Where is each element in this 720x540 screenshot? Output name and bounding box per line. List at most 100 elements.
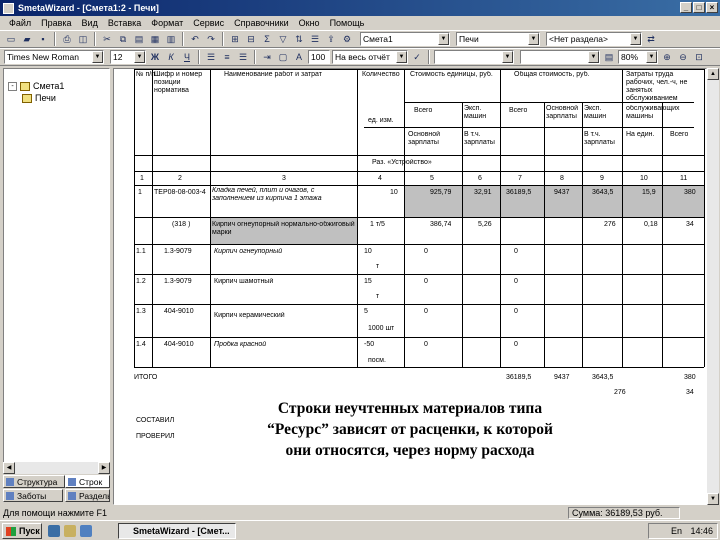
grid-icon[interactable]: ▥ (164, 32, 178, 46)
lang-indicator[interactable]: En (671, 526, 682, 536)
status-help: Для помощи нажмите F1 (3, 508, 107, 518)
empty-combo-2[interactable]: ▼ (520, 50, 600, 64)
zoom-out-icon[interactable]: ⊖ (676, 50, 690, 64)
border-icon[interactable]: ▢ (276, 50, 290, 64)
open-icon[interactable]: ▰ (20, 32, 34, 46)
minimize-button[interactable]: _ (680, 2, 692, 13)
align-center-icon[interactable]: ≡ (220, 50, 234, 64)
font-combo[interactable]: Times New Roman ▼ (4, 50, 104, 64)
clock: 14:46 (690, 526, 713, 536)
estimate-combo[interactable]: Смета1 ▼ (360, 32, 450, 46)
align-left-icon[interactable]: ☰ (204, 50, 218, 64)
task-smetawizard[interactable]: SmetaWizard - [Смет... (118, 523, 236, 539)
list-icon[interactable]: ☰ (308, 32, 322, 46)
header-incl-pay2: В т.ч. зарплаты (584, 131, 615, 146)
scroll-left-icon[interactable]: ◀ (3, 462, 15, 474)
desktop-icon[interactable] (64, 525, 76, 537)
tree-item-child[interactable]: Печи (22, 93, 56, 103)
new-icon[interactable]: ▭ (4, 32, 18, 46)
ie-icon[interactable] (48, 525, 60, 537)
table-icon[interactable]: ▦ (148, 32, 162, 46)
export-icon[interactable]: ⇪ (324, 32, 338, 46)
maximize-button[interactable]: □ (693, 2, 705, 13)
color-icon[interactable]: A (292, 50, 306, 64)
panel-tabs: Структура Строк Заботы Разделы (3, 475, 110, 505)
zoom-combo[interactable]: 80% ▼ (618, 50, 658, 64)
save-icon[interactable]: ▪ (36, 32, 50, 46)
delete-icon[interactable]: ⊟ (244, 32, 258, 46)
copy-icon[interactable]: ⧉ (116, 32, 130, 46)
menu-help[interactable]: Помощь (325, 18, 370, 28)
menu-file[interactable]: Файл (4, 18, 36, 28)
tree-horizontal-scrollbar[interactable]: ◀ ▶ (3, 462, 110, 474)
size-combo[interactable]: 12 ▼ (110, 50, 146, 64)
insert-icon[interactable]: ⊞ (228, 32, 242, 46)
header-per-unit: На един. (626, 131, 655, 138)
tab-rows[interactable]: Строк (65, 475, 110, 488)
menu-insert[interactable]: Вставка (103, 18, 146, 28)
header-basic: Основной зарплаты (546, 105, 579, 120)
header-qty: Количество (362, 71, 400, 78)
tree-item-root[interactable]: - Смета1 (8, 81, 64, 91)
print-icon[interactable]: ⎙ (60, 32, 74, 46)
section-title: Раз. «Устройство» (372, 159, 432, 166)
menu-edit[interactable]: Правка (36, 18, 76, 28)
header-total-cost: Общая стоимость, руб. (514, 71, 590, 78)
nav-icon[interactable]: ⇄ (644, 32, 658, 46)
menu-service[interactable]: Сервис (188, 18, 229, 28)
menu-view[interactable]: Вид (77, 18, 103, 28)
header-num: № п/п (136, 71, 155, 78)
scroll-up-icon[interactable]: ▲ (707, 68, 719, 80)
fit-icon[interactable]: ⊡ (692, 50, 706, 64)
empty-combo[interactable]: ▼ (434, 50, 514, 64)
menu-references[interactable]: Справочники (229, 18, 294, 28)
tab-sections[interactable]: Разделы (65, 489, 110, 502)
zoom-in-icon[interactable]: ⊕ (660, 50, 674, 64)
preview-icon[interactable]: ◫ (76, 32, 90, 46)
footer-composed: СОСТАВИЛ (136, 417, 175, 424)
indent-icon[interactable]: ⇥ (260, 50, 274, 64)
table-row: 1.3 (136, 308, 146, 315)
calc-icon[interactable]: Σ (260, 32, 274, 46)
subsection-combo[interactable]: <Нет раздела> ▼ (546, 32, 642, 46)
header-total: Всего (670, 131, 689, 138)
header-unit-cost: Стоимость единицы, руб. (410, 71, 493, 78)
scroll-right-icon[interactable]: ▶ (98, 462, 110, 474)
header-servicing: обслуживающих машины (626, 105, 680, 120)
filter-icon[interactable]: ▽ (276, 32, 290, 46)
align-right-icon[interactable]: ☰ (236, 50, 250, 64)
window-title: SmetaWizard - [Смета1:2 - Печи] (18, 3, 159, 13)
section-combo[interactable]: Печи ▼ (456, 32, 540, 46)
left-value-field[interactable]: 100 (308, 50, 330, 64)
collapse-icon[interactable]: - (8, 81, 17, 91)
menu-bar: Файл Правка Вид Вставка Формат Сервис Сп… (0, 16, 720, 30)
scroll-down-icon[interactable]: ▼ (707, 493, 719, 505)
scope-combo[interactable]: На весь отчёт ▼ (332, 50, 408, 64)
start-button[interactable]: Пуск (2, 523, 42, 539)
apply-icon[interactable]: ✓ (410, 50, 424, 64)
close-button[interactable]: × (706, 2, 718, 13)
header-name: Наименование работ и затрат (224, 71, 323, 78)
undo-icon[interactable]: ↶ (188, 32, 202, 46)
report-vertical-scrollbar[interactable]: ▲ ▼ (707, 68, 719, 505)
menu-format[interactable]: Формат (146, 18, 188, 28)
paste-icon[interactable]: ▤ (132, 32, 146, 46)
bold-button[interactable]: Ж (148, 50, 162, 64)
footer-checked: ПРОВЕРИЛ (136, 433, 175, 440)
outlook-icon[interactable] (80, 525, 92, 537)
app-icon (3, 2, 14, 14)
redo-icon[interactable]: ↷ (204, 32, 218, 46)
settings-icon[interactable]: ⚙ (340, 32, 354, 46)
header-all2: Всего (509, 107, 528, 114)
italic-button[interactable]: К (164, 50, 178, 64)
taskbar: Пуск SmetaWizard - [Смет... En 14:46 (0, 520, 720, 540)
sort-icon[interactable]: ⇅ (292, 32, 306, 46)
underline-button[interactable]: Ч (180, 50, 194, 64)
folder-icon (20, 81, 30, 91)
menu-window[interactable]: Окно (294, 18, 325, 28)
page-icon[interactable]: ▤ (602, 50, 616, 64)
system-tray: En 14:46 (648, 523, 718, 539)
tab-structure[interactable]: Структура (3, 475, 65, 488)
cut-icon[interactable]: ✂ (100, 32, 114, 46)
tab-works[interactable]: Заботы (3, 489, 63, 502)
